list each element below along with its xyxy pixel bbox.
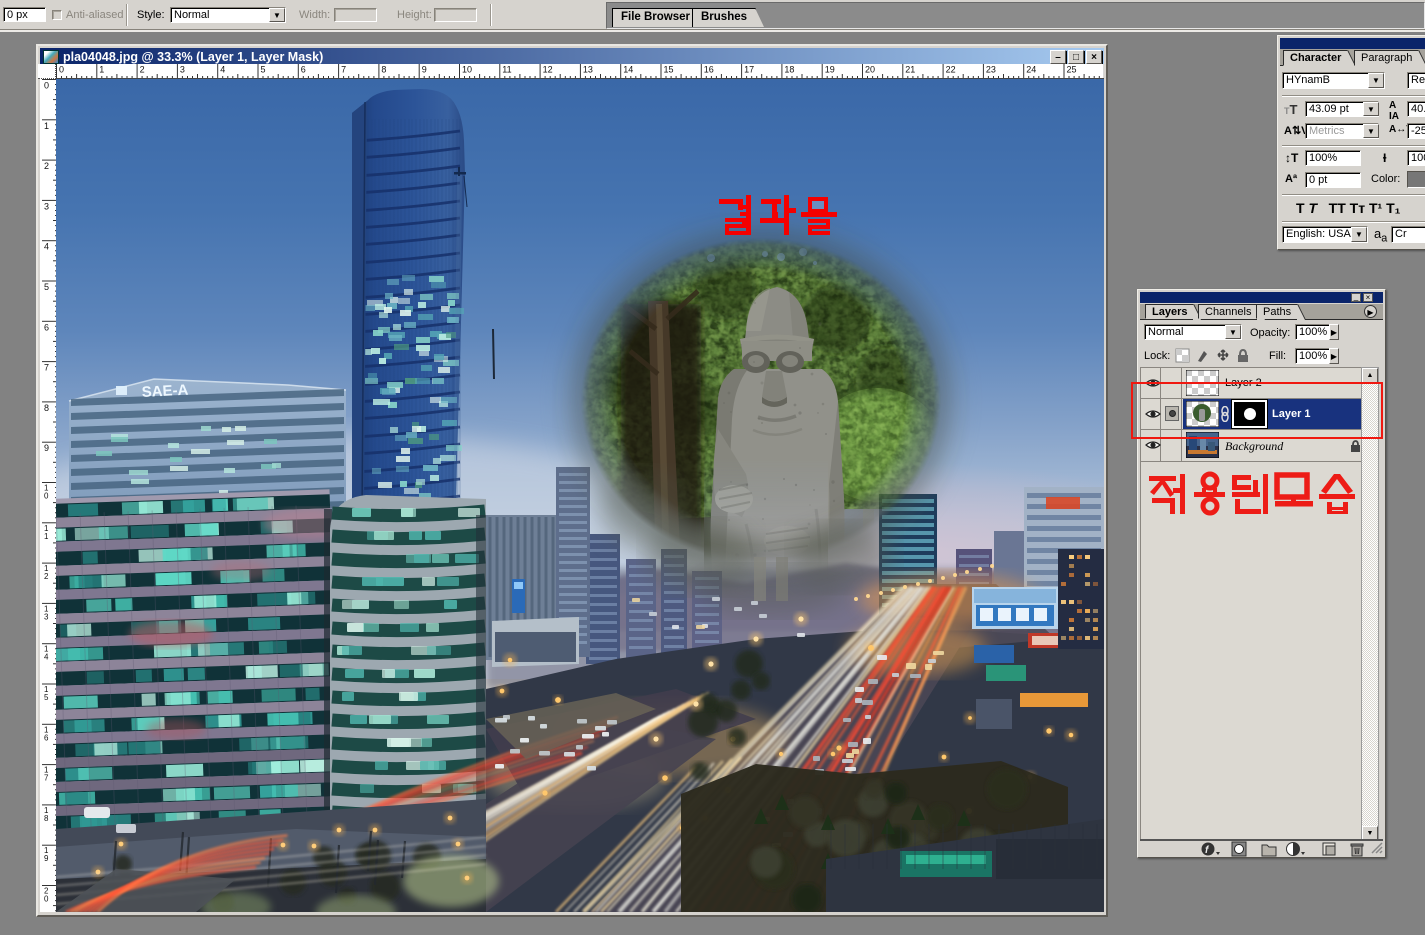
svg-text:24: 24 — [1026, 65, 1036, 75]
svg-text:7: 7 — [341, 65, 346, 75]
svg-text:8: 8 — [44, 403, 49, 413]
svg-text:25: 25 — [1067, 65, 1077, 75]
svg-text:1: 1 — [44, 532, 49, 541]
svg-text:9: 9 — [422, 65, 427, 75]
svg-text:4: 4 — [44, 242, 49, 252]
svg-text:9: 9 — [44, 854, 49, 863]
svg-text:18: 18 — [784, 65, 794, 75]
svg-text:0: 0 — [59, 65, 64, 75]
svg-text:6: 6 — [44, 322, 49, 332]
svg-text:8: 8 — [381, 65, 386, 75]
svg-text:19: 19 — [825, 65, 835, 75]
svg-text:0: 0 — [44, 81, 49, 91]
svg-text:2: 2 — [140, 65, 145, 75]
svg-text:15: 15 — [664, 65, 674, 75]
svg-text:22: 22 — [946, 65, 956, 75]
svg-text:4: 4 — [220, 65, 225, 75]
svg-text:9: 9 — [44, 443, 49, 453]
svg-text:1: 1 — [44, 121, 49, 131]
svg-text:16: 16 — [704, 65, 714, 75]
svg-text:11: 11 — [502, 65, 511, 75]
svg-text:1: 1 — [99, 65, 104, 75]
svg-text:7: 7 — [44, 774, 49, 783]
svg-text:23: 23 — [986, 65, 996, 75]
svg-text:4: 4 — [44, 653, 49, 662]
svg-text:17: 17 — [744, 65, 754, 75]
svg-text:8: 8 — [44, 814, 49, 823]
svg-text:5: 5 — [44, 282, 49, 292]
svg-text:14: 14 — [623, 65, 633, 75]
svg-text:12: 12 — [543, 65, 553, 75]
svg-text:3: 3 — [44, 612, 49, 621]
svg-text:20: 20 — [865, 65, 875, 75]
svg-text:SAE-A: SAE-A — [141, 382, 189, 401]
svg-text:3: 3 — [44, 201, 49, 211]
svg-text:5: 5 — [261, 65, 266, 75]
svg-text:13: 13 — [583, 65, 593, 75]
svg-text:0: 0 — [44, 492, 49, 501]
svg-text:7: 7 — [44, 363, 49, 373]
svg-text:10: 10 — [462, 65, 472, 75]
svg-text:0: 0 — [44, 895, 49, 904]
svg-text:6: 6 — [44, 733, 49, 742]
svg-text:5: 5 — [44, 693, 49, 702]
svg-text:6: 6 — [301, 65, 306, 75]
svg-text:2: 2 — [44, 161, 49, 171]
svg-text:2: 2 — [44, 572, 49, 581]
svg-text:21: 21 — [905, 65, 915, 75]
svg-text:3: 3 — [180, 65, 185, 75]
